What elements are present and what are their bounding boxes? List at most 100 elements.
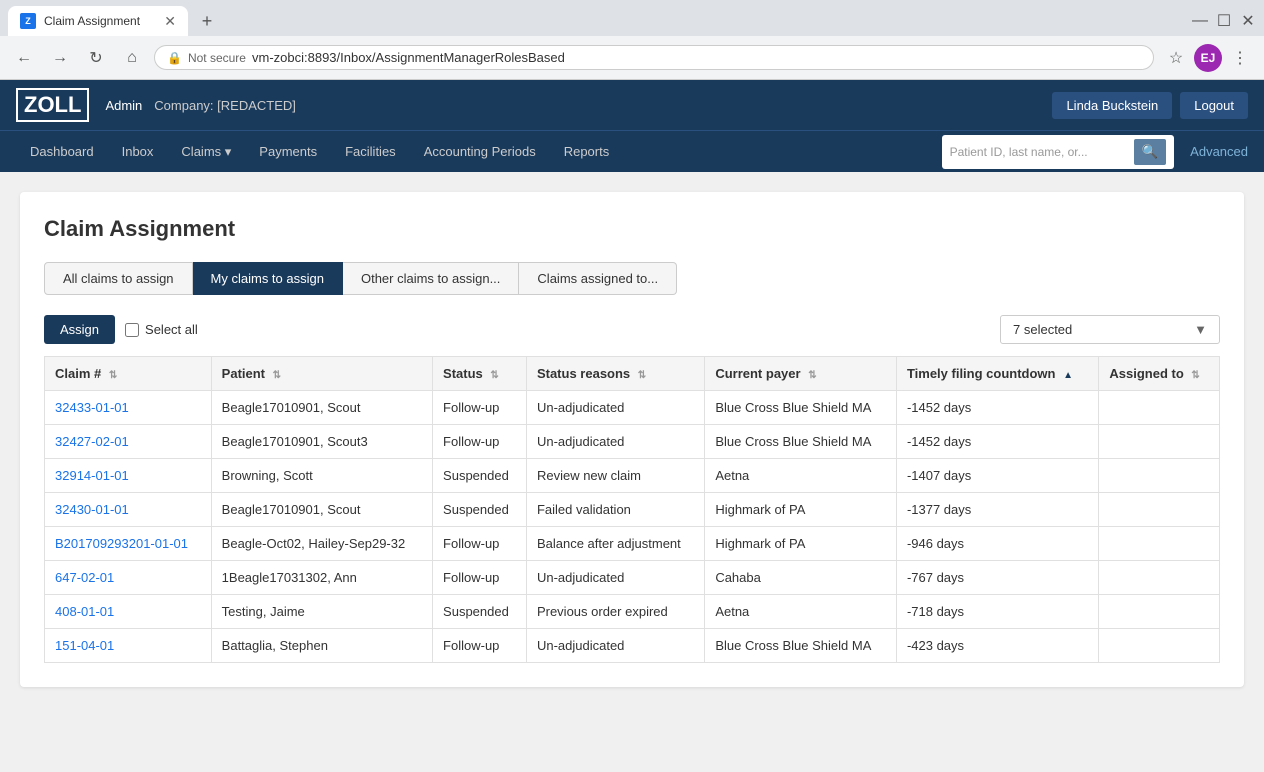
cell-status: Follow-up [433, 561, 527, 595]
cell-status: Follow-up [433, 527, 527, 561]
nav-accounting-periods[interactable]: Accounting Periods [410, 134, 550, 169]
table-row: 32433-01-01 Beagle17010901, Scout Follow… [45, 391, 1220, 425]
nav-payments[interactable]: Payments [245, 134, 331, 169]
search-button[interactable]: 🔍 [1134, 139, 1167, 165]
nav-reports[interactable]: Reports [550, 134, 624, 169]
sort-icon-timely[interactable]: ▲ [1063, 370, 1073, 381]
cell-claim-num: 32914-01-01 [45, 459, 212, 493]
sort-icon-status-reasons[interactable]: ⇅ [638, 370, 646, 381]
table-header-row: Claim # ⇅ Patient ⇅ Status ⇅ Status reas… [45, 357, 1220, 391]
cell-status: Suspended [433, 493, 527, 527]
table-row: 32430-01-01 Beagle17010901, Scout Suspen… [45, 493, 1220, 527]
nav-claims[interactable]: Claims ▾ [167, 134, 245, 170]
search-input-wrap: 🔍 [942, 135, 1175, 169]
content-card: Claim Assignment All claims to assign My… [20, 192, 1244, 687]
active-browser-tab[interactable]: Z Claim Assignment ✕ [8, 6, 188, 36]
cell-patient: 1Beagle17031302, Ann [211, 561, 432, 595]
cell-patient: Beagle17010901, Scout3 [211, 425, 432, 459]
table-row: 32914-01-01 Browning, Scott Suspended Re… [45, 459, 1220, 493]
cell-timely: -1452 days [896, 425, 1098, 459]
not-secure-label: Not secure [188, 51, 246, 65]
col-status-reasons: Status reasons ⇅ [526, 357, 704, 391]
cell-timely: -423 days [896, 629, 1098, 663]
cell-assigned-to [1099, 561, 1220, 595]
minimize-button[interactable]: — [1192, 13, 1208, 29]
tab-assigned-claims[interactable]: Claims assigned to... [519, 262, 677, 295]
user-avatar[interactable]: EJ [1194, 44, 1222, 72]
cell-payer: Highmark of PA [705, 527, 897, 561]
claim-link[interactable]: 32433-01-01 [55, 400, 129, 415]
claim-link[interactable]: B201709293201-01-01 [55, 536, 188, 551]
tab-my-claims[interactable]: My claims to assign [193, 262, 343, 295]
cell-status-reason: Failed validation [526, 493, 704, 527]
sort-icon-assigned[interactable]: ⇅ [1191, 370, 1199, 381]
logout-button[interactable]: Logout [1180, 92, 1248, 119]
tab-other-claims[interactable]: Other claims to assign... [343, 262, 519, 295]
claim-link[interactable]: 408-01-01 [55, 604, 114, 619]
claim-link[interactable]: 32914-01-01 [55, 468, 129, 483]
col-claim-num: Claim # ⇅ [45, 357, 212, 391]
cell-timely: -1452 days [896, 391, 1098, 425]
assign-button[interactable]: Assign [44, 315, 115, 344]
col-patient: Patient ⇅ [211, 357, 432, 391]
cell-timely: -946 days [896, 527, 1098, 561]
claims-table: Claim # ⇅ Patient ⇅ Status ⇅ Status reas… [44, 356, 1220, 663]
table-row: 151-04-01 Battaglia, Stephen Follow-up U… [45, 629, 1220, 663]
select-all-checkbox[interactable] [125, 323, 139, 337]
selected-dropdown[interactable]: 7 selected ▼ [1000, 315, 1220, 344]
zoll-logo: ZOLL [16, 88, 89, 122]
close-window-button[interactable]: ✕ [1240, 13, 1256, 29]
forward-button[interactable]: → [46, 44, 74, 72]
tab-all-claims[interactable]: All claims to assign [44, 262, 193, 295]
maximize-button[interactable]: ☐ [1216, 13, 1232, 29]
selected-count-text: 7 selected [1013, 322, 1072, 337]
advanced-link[interactable]: Advanced [1190, 144, 1248, 159]
address-bar[interactable]: 🔒 Not secure vm-zobci:8893/Inbox/Assignm… [154, 45, 1154, 70]
nav-search-area: 🔍 Advanced [942, 135, 1248, 169]
cell-claim-num: B201709293201-01-01 [45, 527, 212, 561]
sort-icon-payer[interactable]: ⇅ [808, 370, 816, 381]
cell-patient: Beagle-Oct02, Hailey-Sep29-32 [211, 527, 432, 561]
toolbar-left: Assign Select all [44, 315, 198, 344]
user-name-button[interactable]: Linda Buckstein [1052, 92, 1172, 119]
cell-payer: Cahaba [705, 561, 897, 595]
cell-status: Follow-up [433, 425, 527, 459]
cell-patient: Testing, Jaime [211, 595, 432, 629]
cell-assigned-to [1099, 425, 1220, 459]
nav-inbox[interactable]: Inbox [108, 134, 168, 169]
app-header: ZOLL Admin Company: [REDACTED] Linda Buc… [0, 80, 1264, 130]
back-button[interactable]: ← [10, 44, 38, 72]
cell-assigned-to [1099, 459, 1220, 493]
app-nav: Dashboard Inbox Claims ▾ Payments Facili… [0, 130, 1264, 172]
claim-link[interactable]: 151-04-01 [55, 638, 114, 653]
nav-facilities[interactable]: Facilities [331, 134, 410, 169]
tab-close-icon[interactable]: ✕ [164, 13, 176, 30]
more-options-button[interactable]: ⋮ [1226, 44, 1254, 72]
nav-dashboard[interactable]: Dashboard [16, 134, 108, 169]
cell-status-reason: Balance after adjustment [526, 527, 704, 561]
select-all-label[interactable]: Select all [145, 322, 198, 337]
sort-icon-claim[interactable]: ⇅ [109, 370, 117, 381]
home-button[interactable]: ⌂ [118, 44, 146, 72]
table-row: 647-02-01 1Beagle17031302, Ann Follow-up… [45, 561, 1220, 595]
sort-icon-status[interactable]: ⇅ [490, 370, 498, 381]
cell-timely: -1407 days [896, 459, 1098, 493]
col-assigned-to: Assigned to ⇅ [1099, 357, 1220, 391]
cell-payer: Aetna [705, 595, 897, 629]
new-tab-button[interactable]: + [192, 6, 222, 36]
cell-payer: Blue Cross Blue Shield MA [705, 629, 897, 663]
bookmark-button[interactable]: ☆ [1162, 44, 1190, 72]
claim-link[interactable]: 32430-01-01 [55, 502, 129, 517]
sort-icon-patient[interactable]: ⇅ [273, 370, 281, 381]
cell-payer: Blue Cross Blue Shield MA [705, 425, 897, 459]
cell-status-reason: Un-adjudicated [526, 391, 704, 425]
cell-status: Follow-up [433, 391, 527, 425]
col-timely-filing: Timely filing countdown ▲ [896, 357, 1098, 391]
claim-link[interactable]: 647-02-01 [55, 570, 114, 585]
cell-status: Suspended [433, 595, 527, 629]
refresh-button[interactable]: ↻ [82, 44, 110, 72]
cell-assigned-to [1099, 527, 1220, 561]
search-input[interactable] [950, 145, 1130, 159]
claim-link[interactable]: 32427-02-01 [55, 434, 129, 449]
cell-status-reason: Un-adjudicated [526, 561, 704, 595]
